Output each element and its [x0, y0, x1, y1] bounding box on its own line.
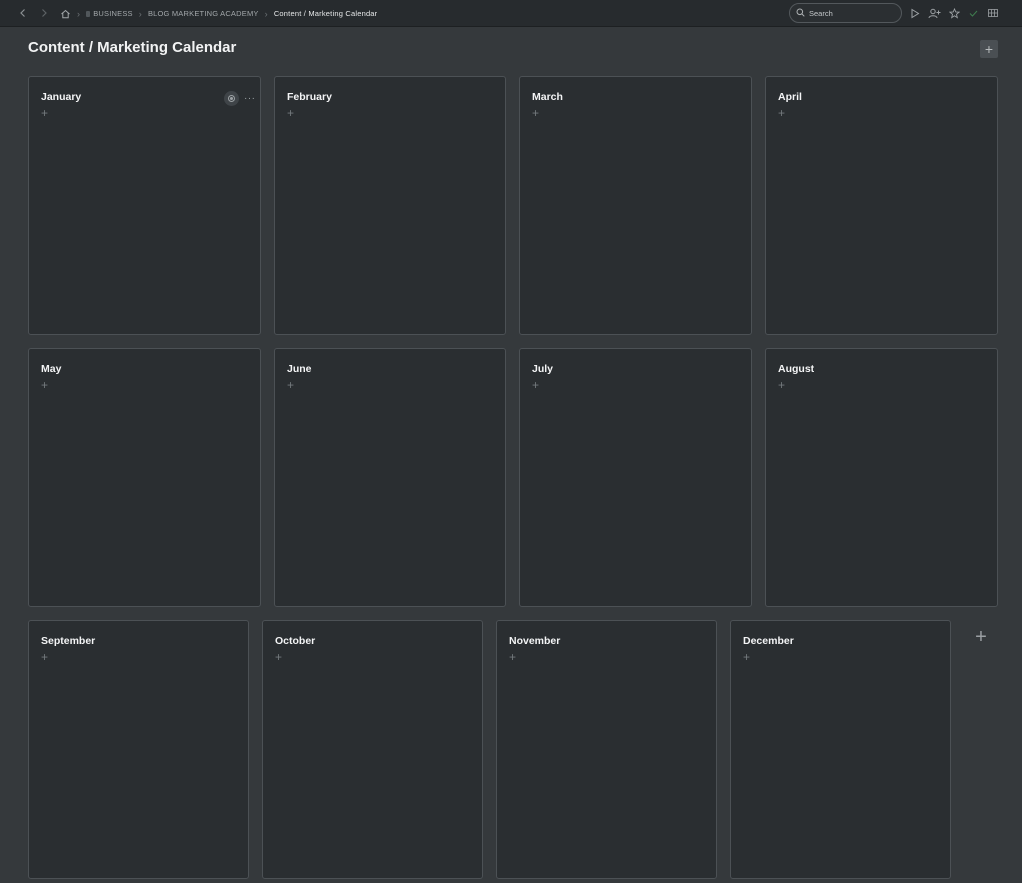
- add-card-icon[interactable]: +: [41, 651, 51, 663]
- page-title: Content / Marketing Calendar: [28, 39, 237, 56]
- check-icon: [966, 6, 980, 20]
- breadcrumb-separator: ›: [264, 8, 268, 19]
- column-card-august[interactable]: August +: [765, 348, 998, 607]
- add-column-button[interactable]: +: [972, 627, 990, 647]
- chevron-left-icon[interactable]: [14, 4, 32, 22]
- breadcrumb-workspace[interactable]: BUSINESS: [86, 9, 133, 18]
- add-card-icon[interactable]: +: [532, 379, 542, 391]
- add-card-icon[interactable]: +: [778, 379, 788, 391]
- search-placeholder: Search: [809, 8, 833, 18]
- add-card-icon[interactable]: +: [275, 651, 285, 663]
- focus-icon[interactable]: [224, 91, 239, 106]
- column-title: September: [41, 635, 96, 647]
- column-title: March: [532, 91, 563, 103]
- column-card-september[interactable]: September +: [28, 620, 249, 879]
- column-card-may[interactable]: May +: [28, 348, 261, 607]
- more-options-icon[interactable]: ···: [244, 93, 256, 104]
- add-user-icon[interactable]: [927, 6, 941, 20]
- play-icon[interactable]: [908, 6, 922, 20]
- column-title: April: [778, 91, 802, 103]
- column-card-november[interactable]: November +: [496, 620, 717, 879]
- column-card-june[interactable]: June +: [274, 348, 506, 607]
- workspace-icon: [86, 10, 91, 17]
- breadcrumb-workspace-label: BUSINESS: [93, 9, 133, 18]
- add-card-icon[interactable]: +: [743, 651, 753, 663]
- column-card-march[interactable]: March +: [519, 76, 752, 335]
- top-bar: › BUSINESS › BLOG MARKETING ACADEMY › Co…: [0, 0, 1022, 27]
- column-card-july[interactable]: July +: [519, 348, 752, 607]
- column-title: November: [509, 635, 561, 647]
- column-card-december[interactable]: December +: [730, 620, 951, 879]
- breadcrumb-current[interactable]: Content / Marketing Calendar: [274, 9, 378, 18]
- breadcrumb-separator: ›: [77, 8, 81, 19]
- add-card-icon[interactable]: +: [41, 379, 51, 391]
- column-title: August: [778, 363, 815, 375]
- column-card-april[interactable]: April +: [765, 76, 998, 335]
- column-card-january[interactable]: January + ···: [28, 76, 261, 335]
- add-card-icon[interactable]: +: [509, 651, 519, 663]
- add-card-icon[interactable]: +: [532, 107, 542, 119]
- column-title: January: [41, 91, 82, 103]
- column-title: June: [287, 363, 312, 375]
- column-tools: ···: [224, 91, 256, 106]
- breadcrumb-separator: ›: [138, 8, 142, 19]
- search-icon: [796, 4, 805, 22]
- home-icon[interactable]: [60, 9, 71, 19]
- add-card-icon[interactable]: +: [41, 107, 51, 119]
- chevron-right-icon[interactable]: [35, 4, 53, 22]
- plus-icon: +: [984, 41, 994, 57]
- column-title: February: [287, 91, 332, 103]
- layout-icon[interactable]: [986, 6, 1000, 20]
- add-card-icon[interactable]: +: [778, 107, 788, 119]
- breadcrumb: › BUSINESS › BLOG MARKETING ACADEMY › Co…: [60, 0, 377, 27]
- column-title: October: [275, 635, 316, 647]
- add-button[interactable]: +: [980, 40, 998, 58]
- column-card-october[interactable]: October +: [262, 620, 483, 879]
- star-icon[interactable]: [947, 6, 961, 20]
- breadcrumb-folder[interactable]: BLOG MARKETING ACADEMY: [148, 9, 259, 18]
- column-title: July: [532, 363, 554, 375]
- add-card-icon[interactable]: +: [287, 107, 297, 119]
- column-title: May: [41, 363, 62, 375]
- column-card-february[interactable]: February +: [274, 76, 506, 335]
- column-title: December: [743, 635, 794, 647]
- add-card-icon[interactable]: +: [287, 379, 297, 391]
- search-input[interactable]: Search: [789, 3, 902, 23]
